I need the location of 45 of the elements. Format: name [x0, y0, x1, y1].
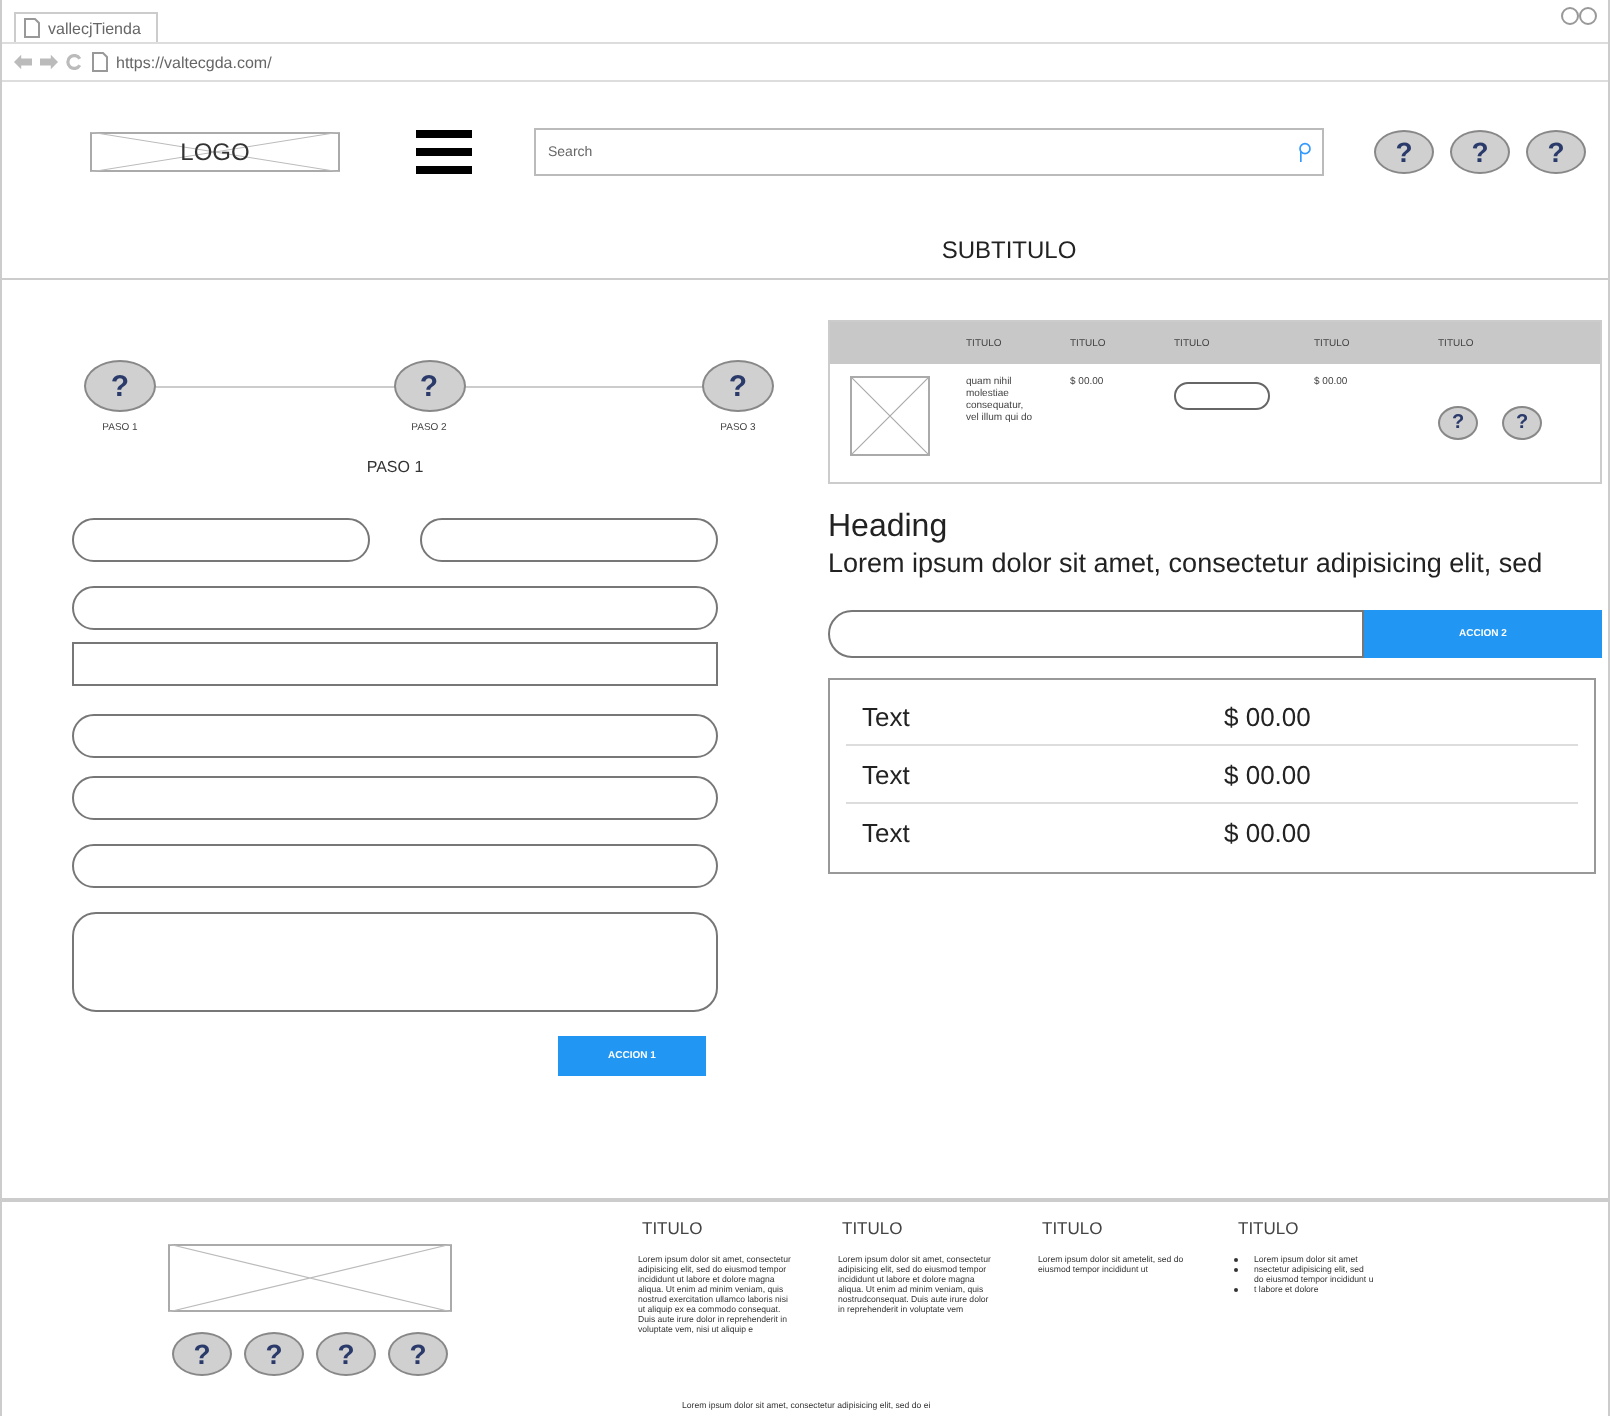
step-button[interactable]: ?	[84, 360, 156, 412]
footer-title: TITULO	[1040, 1218, 1105, 1238]
price-text: $ 00.00	[1224, 817, 1311, 847]
footer-title: TITULO	[1236, 1218, 1301, 1238]
help-button[interactable]: ?	[1374, 130, 1434, 174]
input-field[interactable]	[72, 776, 718, 820]
image-placeholder	[850, 376, 930, 456]
help-button[interactable]: ?	[1526, 130, 1586, 174]
footer-title: TITULO	[840, 1218, 905, 1238]
search-icon[interactable]	[1298, 142, 1312, 162]
social-button[interactable]: ?	[244, 1332, 304, 1376]
item-label: Text	[862, 701, 912, 731]
row-action-button[interactable]: ?	[1438, 406, 1478, 440]
social-button[interactable]: ?	[172, 1332, 232, 1376]
input-field[interactable]	[72, 586, 718, 630]
social-button[interactable]: ?	[316, 1332, 376, 1376]
item-label: Text	[862, 817, 912, 847]
lead-text: Lorem ipsum dolor sit amet, consectetur adipisicing elit, sed	[828, 548, 1545, 578]
logo-text: LOGO	[180, 138, 250, 166]
input-field[interactable]	[72, 642, 718, 686]
input-field[interactable]	[828, 610, 1364, 658]
footer-title: TITULO	[640, 1218, 705, 1238]
url-text[interactable]: https://valtecgda.com/	[116, 53, 272, 71]
step-button[interactable]: ?	[702, 360, 774, 412]
step-title: PASO 1	[364, 458, 426, 476]
subtitle: SUBTITULO	[939, 236, 1079, 264]
price-text: $ 00.00	[1224, 701, 1311, 731]
item-label: Text	[862, 759, 912, 789]
price-text: $ 00.00	[1224, 759, 1311, 789]
text-area[interactable]	[72, 912, 718, 1012]
page-icon	[92, 52, 108, 72]
window-controls-icon[interactable]	[1560, 6, 1600, 26]
quantity-field[interactable]	[1174, 382, 1270, 410]
menu-icon[interactable]	[416, 130, 472, 174]
input-field[interactable]	[72, 518, 370, 562]
browser-tab[interactable]: vallecjTienda	[14, 12, 159, 42]
social-button[interactable]: ?	[388, 1332, 448, 1376]
row-action-button[interactable]: ?	[1502, 406, 1542, 440]
page-icon	[24, 18, 40, 38]
input-field[interactable]	[420, 518, 718, 562]
input-field[interactable]	[72, 844, 718, 888]
heading: Heading	[828, 510, 950, 546]
input-field[interactable]	[72, 714, 718, 758]
help-button[interactable]: ?	[1450, 130, 1510, 174]
step-button[interactable]: ?	[393, 360, 465, 412]
